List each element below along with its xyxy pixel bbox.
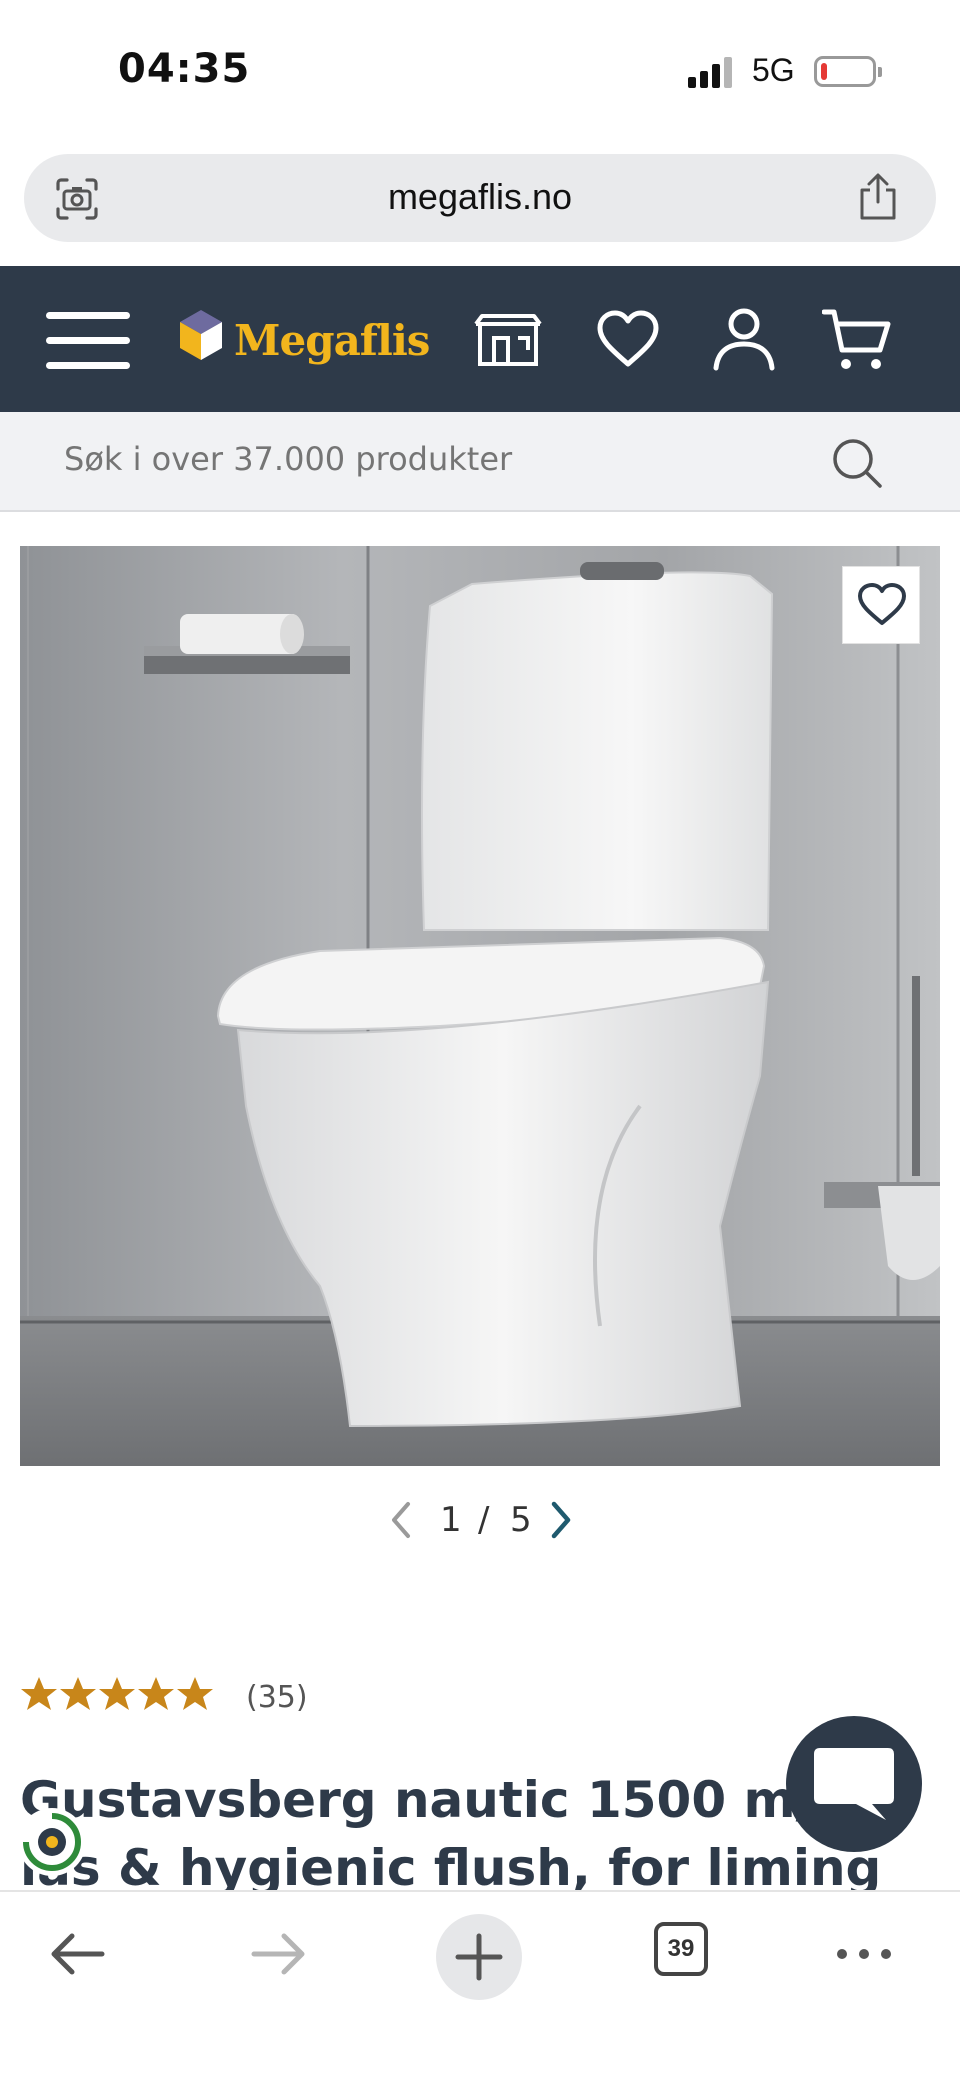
scrolled-text-fragment <box>0 514 960 544</box>
forward-arrow-icon[interactable] <box>246 1924 310 1984</box>
store-icon[interactable] <box>472 306 544 372</box>
star-icon <box>138 1677 174 1710</box>
pager-current: 1 <box>440 1500 462 1540</box>
share-icon[interactable] <box>856 172 900 222</box>
browser-toolbar: 39 <box>0 1890 960 2081</box>
product-image[interactable] <box>20 546 940 1466</box>
heart-icon[interactable] <box>592 306 664 372</box>
logo[interactable]: Megaflis <box>174 306 434 378</box>
chat-button[interactable] <box>786 1716 922 1852</box>
wishlist-button[interactable] <box>842 566 920 644</box>
toilet-photo <box>20 546 940 1466</box>
back-arrow-icon[interactable] <box>46 1924 110 1984</box>
pager-total: 5 <box>510 1500 532 1540</box>
tabs-button[interactable]: 39 <box>654 1922 708 1976</box>
logo-mark-icon <box>180 310 222 360</box>
heart-icon <box>858 583 906 625</box>
search-input[interactable] <box>64 440 784 478</box>
site-header: Megaflis <box>0 266 960 412</box>
status-bar: 04:35 5G <box>0 0 960 140</box>
status-time: 04:35 <box>118 46 251 92</box>
recycle-badge[interactable] <box>18 1808 86 1876</box>
signal-icon <box>688 56 734 88</box>
search-bar <box>0 412 960 512</box>
address-bar[interactable]: megaflis.no <box>24 154 936 242</box>
battery-icon <box>814 56 882 87</box>
pager-separator: / <box>478 1500 490 1540</box>
url-text[interactable]: megaflis.no <box>24 176 936 218</box>
new-tab-button[interactable] <box>436 1914 522 2000</box>
chat-bubble-icon <box>814 1748 894 1820</box>
product-rating[interactable]: (35) <box>20 1676 308 1720</box>
chevron-right-icon[interactable] <box>546 1500 576 1540</box>
chevron-left-icon[interactable] <box>386 1500 416 1540</box>
review-count[interactable]: (35) <box>246 1680 308 1715</box>
menu-icon[interactable] <box>46 310 130 370</box>
cart-icon[interactable] <box>822 306 894 372</box>
page: 04:35 5G megaflis.no Megaflis Søk i over… <box>0 0 960 2081</box>
logo-text: Megaflis <box>234 316 430 365</box>
user-icon[interactable] <box>708 306 780 372</box>
star-icon <box>60 1677 96 1710</box>
recycle-icon <box>23 1813 81 1871</box>
image-pager: 1 / 5 <box>0 1496 960 1550</box>
star-icon <box>177 1677 213 1710</box>
search-icon[interactable] <box>830 436 884 490</box>
more-icon[interactable] <box>834 1924 894 1984</box>
star-icon <box>99 1677 135 1710</box>
plus-icon <box>455 1933 503 1981</box>
star-icon <box>21 1677 57 1710</box>
network-label: 5G <box>752 52 795 88</box>
